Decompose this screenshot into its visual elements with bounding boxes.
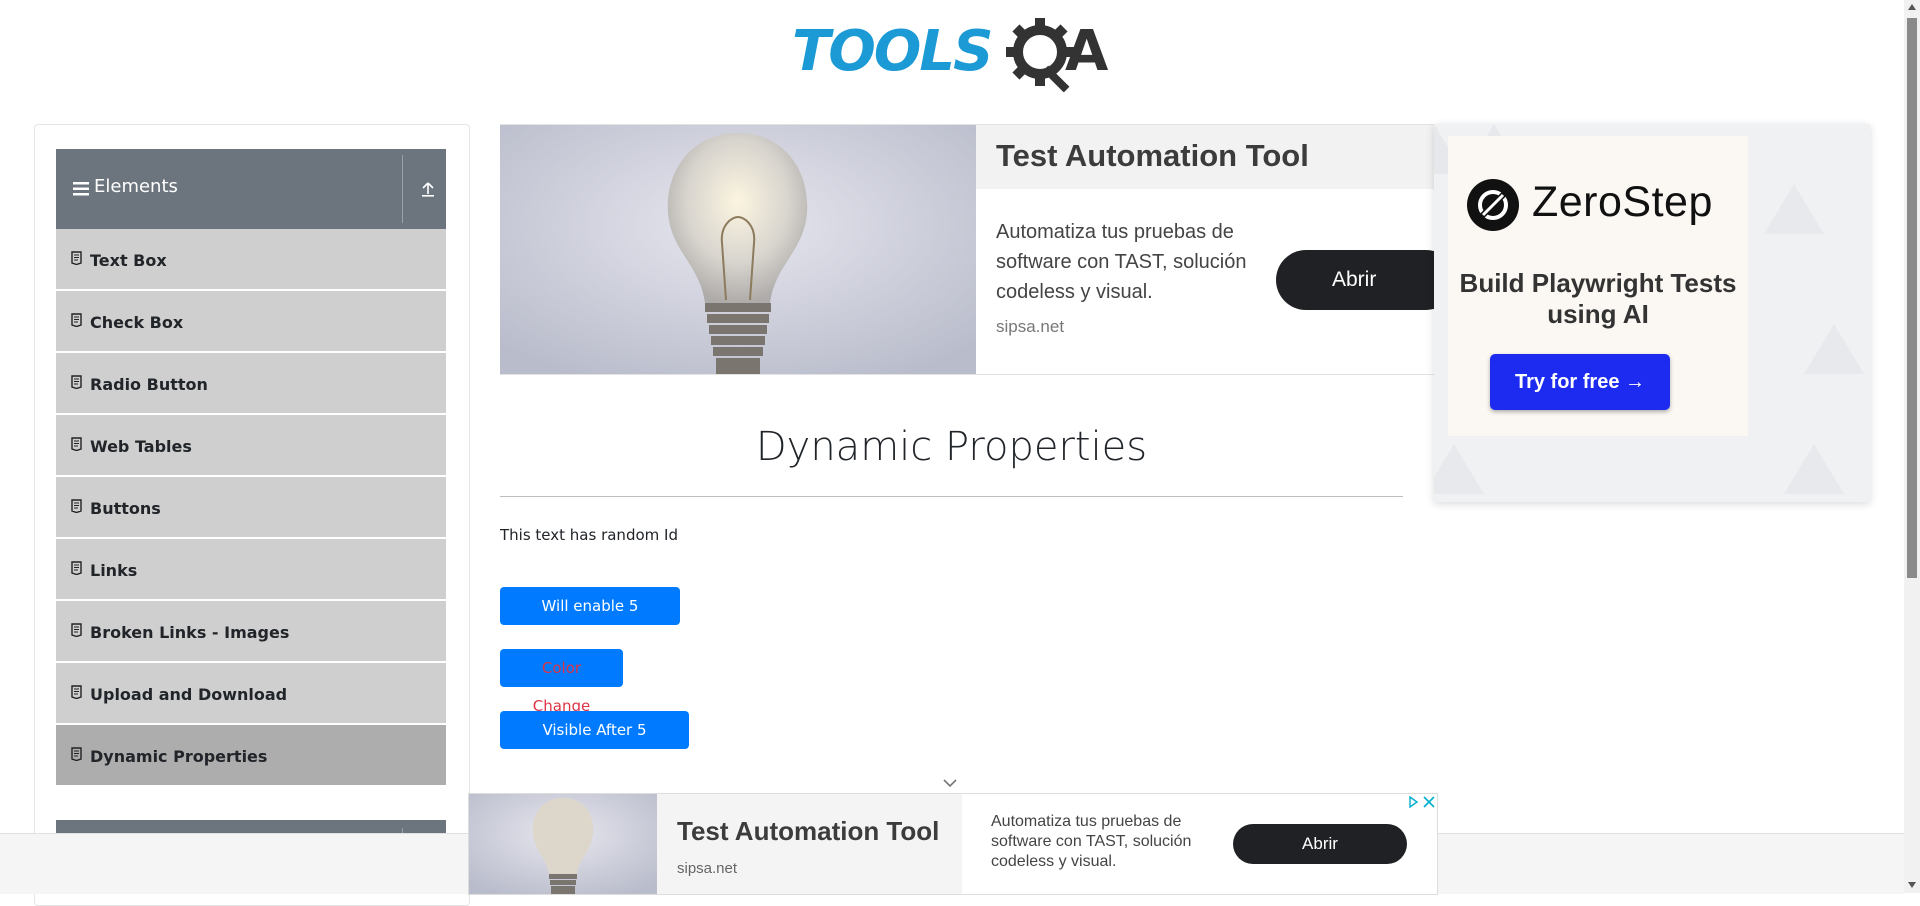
sidebar-item-broken-links[interactable]: Broken Links - Images xyxy=(56,601,446,663)
ad-card: ZeroStep Build Playwright Tests using AI… xyxy=(1448,136,1748,436)
sidebar-item-dynamic-properties[interactable]: Dynamic Properties xyxy=(56,725,446,787)
ad-domain: sipsa.net xyxy=(677,860,738,877)
sidebar-item-buttons[interactable]: Buttons xyxy=(56,477,446,539)
file-icon xyxy=(71,747,82,762)
sidebar-item-label: Broken Links - Images xyxy=(90,623,290,642)
zerostep-brand: ZeroStep xyxy=(1532,178,1713,226)
enable-after-button[interactable]: Will enable 5 seconds xyxy=(500,587,680,653)
sidebar-item-label: Check Box xyxy=(90,313,184,332)
scroll-down-icon[interactable] xyxy=(1908,882,1916,888)
page-scrollbar[interactable] xyxy=(1904,0,1920,893)
sidebar-item-links[interactable]: Links xyxy=(56,539,446,601)
file-icon xyxy=(71,375,82,390)
file-icon xyxy=(71,623,82,638)
ad-zerostep[interactable]: ZeroStep Build Playwright Tests using AI… xyxy=(1434,124,1870,502)
ad-banner-bottom[interactable]: Test Automation Tool sipsa.net Automatiz… xyxy=(468,793,1438,895)
random-id-text: This text has random Id xyxy=(500,526,678,544)
group-title: Elements xyxy=(94,176,178,197)
divider xyxy=(402,155,403,223)
sidebar-item-label: Radio Button xyxy=(90,375,208,394)
ad-open-button[interactable]: Abrir xyxy=(1233,824,1407,864)
sidebar-item-check-box[interactable]: Check Box xyxy=(56,291,446,353)
lightbulb-image xyxy=(469,794,657,894)
zerostep-headline: Build Playwright Tests using AI xyxy=(1459,268,1737,329)
ad-title[interactable]: Test Automation Tool xyxy=(996,138,1309,174)
sidebar-item-radio-button[interactable]: Radio Button xyxy=(56,353,446,415)
ad-title-area: Test Automation Tool sipsa.net xyxy=(657,794,962,894)
zerostep-logo-icon xyxy=(1466,178,1520,232)
toolsqa-logo[interactable]: TOOLS A xyxy=(790,14,1120,93)
svg-text:A: A xyxy=(1065,19,1109,84)
page-title: Dynamic Properties xyxy=(755,424,1148,470)
ad-domain: sipsa.net xyxy=(996,317,1065,336)
menu-icon xyxy=(73,182,89,196)
adchoices-icon[interactable] xyxy=(1407,794,1437,810)
elements-menu: Text Box Check Box Radio Button Web Tabl… xyxy=(56,229,446,787)
ad-description: Automatiza tus pruebas de software con T… xyxy=(991,813,1192,870)
file-icon xyxy=(71,437,82,452)
sidebar-item-label: Dynamic Properties xyxy=(90,747,268,766)
ad-title-bar: Test Automation Tool xyxy=(976,125,1434,189)
scrollbar-thumb[interactable] xyxy=(1907,18,1917,578)
ad-banner-top[interactable]: Test Automation Tool Automatiza tus prue… xyxy=(500,124,1435,375)
sidebar-item-text-box[interactable]: Text Box xyxy=(56,229,446,291)
sidebar-item-label: Buttons xyxy=(90,499,161,518)
sidebar-item-upload-download[interactable]: Upload and Download xyxy=(56,663,446,725)
file-icon xyxy=(71,313,82,328)
sidebar-item-label: Upload and Download xyxy=(90,685,288,704)
lightbulb-image xyxy=(500,125,976,374)
chevron-down-icon[interactable] xyxy=(942,776,958,788)
sidebar-item-label: Links xyxy=(90,561,138,580)
color-change-button[interactable]: Color Change xyxy=(500,649,623,715)
file-icon xyxy=(71,685,82,700)
file-icon xyxy=(71,499,82,514)
try-for-free-button[interactable]: Try for free → xyxy=(1490,354,1670,410)
scroll-up-icon[interactable] xyxy=(1908,4,1916,10)
ad-open-button[interactable]: Abrir xyxy=(1276,250,1434,310)
ad-description: Automatiza tus pruebas de software con T… xyxy=(996,221,1247,303)
visible-after-button[interactable]: Visible After 5 Seconds xyxy=(500,711,689,777)
elements-group-header[interactable]: Elements xyxy=(56,149,446,229)
file-icon xyxy=(71,561,82,576)
file-icon xyxy=(71,251,82,266)
sidebar-item-label: Text Box xyxy=(90,251,167,270)
title-divider xyxy=(500,496,1403,497)
sidebar-item-label: Web Tables xyxy=(90,437,192,456)
sidebar-item-web-tables[interactable]: Web Tables xyxy=(56,415,446,477)
ad-title[interactable]: Test Automation Tool xyxy=(677,816,939,847)
collapse-icon[interactable] xyxy=(420,179,436,199)
svg-text:TOOLS: TOOLS xyxy=(792,19,991,84)
